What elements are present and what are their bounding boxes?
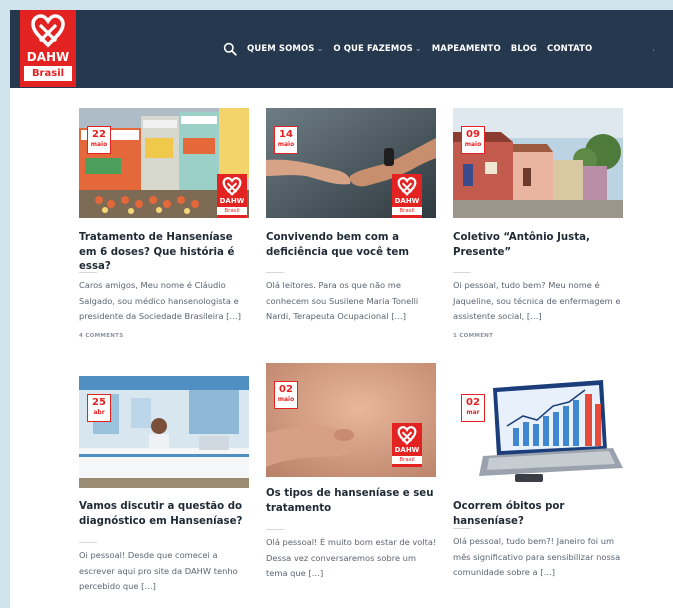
post-card[interactable]: 09 maio Coletivo “Antônio Justa, Present… — [453, 108, 623, 368]
post-date-badge: 02 maio — [274, 381, 298, 409]
site-header: DAHW Brasil QUEM SOMOS ⌄ O QUE FAZEMOS ⌄ M… — [10, 10, 673, 88]
nav-label: O QUE FAZEMOS — [333, 44, 413, 54]
post-title[interactable]: Convivendo bem com a deficiência que voc… — [266, 231, 438, 260]
post-month: maio — [277, 396, 295, 403]
post-month: maio — [464, 141, 482, 148]
nav-item-o-que-fazemos[interactable]: O QUE FAZEMOS ⌄ — [333, 44, 421, 54]
post-thumbnail[interactable]: DAHW Brasil 14 maio — [266, 108, 436, 218]
post-thumbnail[interactable]: 02 mar — [453, 376, 623, 488]
post-separator — [266, 529, 284, 530]
heart-ribbon-icon — [397, 426, 417, 445]
nav-item-mapeamento[interactable]: MAPEAMENTO — [432, 44, 501, 54]
post-thumbnail[interactable]: 25 abr — [79, 376, 249, 488]
post-comments-link[interactable]: 1 COMMENT — [453, 333, 493, 339]
post-month: maio — [277, 141, 295, 148]
post-day: 22 — [92, 129, 106, 140]
nav-item-contato[interactable]: CONTATO — [547, 44, 592, 54]
brand-tag-word: DAHW — [394, 197, 420, 205]
village-street-image — [453, 108, 623, 218]
nav-item-quem-somos[interactable]: QUEM SOMOS ⌄ — [247, 44, 323, 54]
laptop-chart-image — [453, 376, 623, 488]
post-card[interactable]: 25 abr Vamos discutir a questão do diagn… — [79, 376, 249, 606]
post-excerpt: Olá pessoal! É muito bom estar de volta!… — [266, 537, 437, 578]
post-separator — [79, 272, 97, 273]
nav-item-blog[interactable]: BLOG — [511, 44, 537, 54]
clinic-desk-image — [79, 376, 249, 488]
chevron-down-icon: ⌄ — [414, 44, 422, 53]
post-excerpt: Olá pessoal, tudo bem?! Janeiro foi um m… — [453, 536, 621, 577]
post-day: 25 — [92, 397, 106, 408]
post-date-badge: 25 abr — [87, 394, 111, 422]
nav-extra-dot: · — [652, 46, 655, 56]
site-logo[interactable]: DAHW Brasil — [20, 10, 76, 87]
post-separator — [79, 542, 97, 543]
main-nav: QUEM SOMOS ⌄ O QUE FAZEMOS ⌄ MAPEAMENTO BL… — [223, 41, 592, 57]
dahw-brand-tag: DAHW Brasil — [217, 174, 247, 218]
logo-wordmark: DAHW — [26, 50, 70, 64]
post-day: 02 — [466, 397, 480, 408]
post-title[interactable]: Coletivo “Antônio Justa, Presente” — [453, 231, 625, 260]
brand-tag-sub: Brasil — [392, 456, 422, 464]
post-comments-link[interactable]: 4 COMMENTS — [79, 333, 123, 339]
brand-tag-word: DAHW — [219, 197, 245, 205]
chevron-down-icon: ⌄ — [316, 44, 324, 53]
post-excerpt: Olá leitores. Para os que não me conhece… — [266, 280, 419, 321]
post-thumbnail[interactable]: DAHW Brasil 02 maio — [266, 363, 436, 477]
post-card[interactable]: DAHW Brasil 02 maio Os tipos de hansenía… — [266, 363, 436, 603]
post-date-badge: 09 maio — [461, 126, 485, 154]
post-day: 14 — [279, 129, 293, 140]
post-date-badge: 14 maio — [274, 126, 298, 154]
post-separator — [453, 272, 471, 273]
brand-tag-sub: Brasil — [392, 207, 422, 215]
page: DAHW Brasil QUEM SOMOS ⌄ O QUE FAZEMOS ⌄ M… — [10, 10, 673, 608]
post-month: abr — [93, 409, 105, 416]
heart-ribbon-icon — [222, 177, 242, 196]
dahw-brand-tag: DAHW Brasil — [392, 423, 422, 467]
brand-tag-word: DAHW — [394, 446, 420, 454]
post-title[interactable]: Tratamento de Hanseníase em 6 doses? Que… — [79, 231, 251, 275]
post-card[interactable]: DAHW Brasil 22 maio Tratamento de Hansen… — [79, 108, 249, 368]
post-excerpt: Oi pessoal, tudo bem? Meu nome é Jaqueli… — [453, 280, 621, 321]
post-title[interactable]: Vamos discutir a questão do diagnóstico … — [79, 500, 251, 529]
dahw-brand-tag: DAHW Brasil — [392, 174, 422, 218]
post-month: mar — [466, 409, 480, 416]
post-card[interactable]: DAHW Brasil 14 maio Convivendo bem com a… — [266, 108, 436, 368]
post-excerpt: Oi pessoal! Desde que comecei a escrever… — [79, 550, 238, 591]
brand-tag-sub: Brasil — [217, 207, 247, 215]
post-separator — [266, 272, 284, 273]
post-date-badge: 02 mar — [461, 394, 485, 422]
post-separator — [453, 528, 471, 529]
post-title[interactable]: Ocorrem óbitos por hanseníase? — [453, 500, 625, 529]
search-icon[interactable] — [223, 42, 237, 56]
heart-ribbon-icon — [31, 14, 65, 48]
nav-label: QUEM SOMOS — [247, 44, 315, 54]
post-excerpt: Caros amigos, Meu nome é Cláudio Salgado… — [79, 280, 241, 321]
post-card[interactable]: 02 mar Ocorrem óbitos por hanseníase? Ol… — [453, 376, 623, 606]
post-date-badge: 22 maio — [87, 126, 111, 154]
post-day: 09 — [466, 129, 480, 140]
post-thumbnail[interactable]: DAHW Brasil 22 maio — [79, 108, 249, 218]
logo-subtitle: Brasil — [24, 66, 72, 81]
post-day: 02 — [279, 384, 293, 395]
post-thumbnail[interactable]: 09 maio — [453, 108, 623, 218]
post-month: maio — [90, 141, 108, 148]
post-title[interactable]: Os tipos de hanseníase e seu tratamento — [266, 487, 438, 516]
heart-ribbon-icon — [397, 177, 417, 196]
